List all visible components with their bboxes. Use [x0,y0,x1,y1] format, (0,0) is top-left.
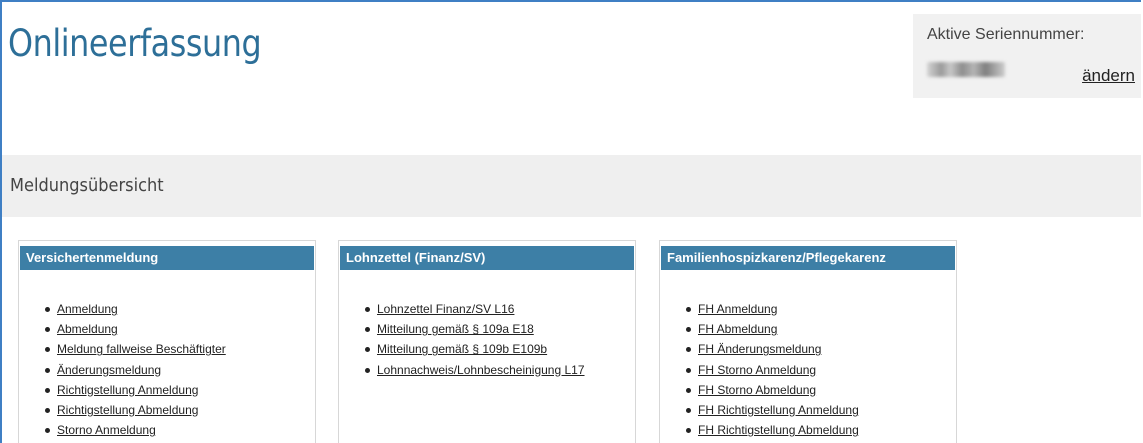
list-item: Anmeldung [43,299,226,319]
serial-number-label: Aktive Seriennummer: [927,26,1085,43]
list-item: Änderungsmeldung [43,360,226,380]
list-item: FH Storno Abmeldung [684,380,859,400]
card-header: Familienhospizkarenz/Pflegekarenz [661,246,955,270]
link-storno-anmeldung[interactable]: Storno Anmeldung [57,423,156,437]
link-lohnzettel-l16[interactable]: Lohnzettel Finanz/SV L16 [377,302,514,316]
link-richtigstellung-anmeldung[interactable]: Richtigstellung Anmeldung [57,383,198,397]
list-item: Lohnnachweis/Lohnbescheinigung L17 [363,360,613,380]
link-richtigstellung-abmeldung[interactable]: Richtigstellung Abmeldung [57,403,198,417]
serial-number-value-redacted [927,62,1005,77]
change-serial-link[interactable]: ändern [1082,66,1135,86]
list-item: Meldung fallweise Beschäftigter [43,339,226,359]
card-header: Versichertenmeldung [20,246,314,270]
list-item: FH Storno Anmeldung [684,360,859,380]
list-item: Lohnzettel Finanz/SV L16 [363,299,613,319]
list-item: FH Änderungsmeldung [684,339,859,359]
list-item: FH Anmeldung [684,299,859,319]
list-item: FH Richtigstellung Anmeldung [684,400,859,420]
card-header: Lohnzettel (Finanz/SV) [340,246,634,270]
link-list: Lohnzettel Finanz/SV L16 Mitteilung gemä… [363,299,613,380]
overview-header-bar: Meldungsübersicht [2,155,1141,217]
link-list: FH Anmeldung FH Abmeldung FH Änderungsme… [684,299,859,440]
link-fh-anmeldung[interactable]: FH Anmeldung [698,302,777,316]
list-item: FH Abmeldung [684,319,859,339]
link-mitteilung-109a[interactable]: Mitteilung gemäß § 109a E18 [377,322,534,336]
card-versichertenmeldung: Versichertenmeldung Anmeldung Abmeldung … [18,240,316,443]
list-item: FH Richtigstellung Abmeldung [684,420,859,440]
list-item: Storno Anmeldung [43,420,226,440]
link-lohnnachweis-l17[interactable]: Lohnnachweis/Lohnbescheinigung L17 [377,363,585,377]
page-title: Onlineerfassung [8,22,262,65]
link-fh-storno-abmeldung[interactable]: FH Storno Abmeldung [698,383,816,397]
link-fh-richtigstellung-abmeldung[interactable]: FH Richtigstellung Abmeldung [698,423,859,437]
link-aenderungsmeldung[interactable]: Änderungsmeldung [57,363,161,377]
link-fh-storno-anmeldung[interactable]: FH Storno Anmeldung [698,363,816,377]
list-item: Mitteilung gemäß § 109a E18 [363,319,613,339]
link-fh-aenderungsmeldung[interactable]: FH Änderungsmeldung [698,342,821,356]
card-lohnzettel: Lohnzettel (Finanz/SV) Lohnzettel Finanz… [338,240,636,443]
list-item: Mitteilung gemäß § 109b E109b [363,339,613,359]
link-fh-abmeldung[interactable]: FH Abmeldung [698,322,777,336]
serial-number-panel: Aktive Seriennummer: ändern [913,14,1141,98]
link-meldung-fallweise[interactable]: Meldung fallweise Beschäftigter [57,342,226,356]
link-mitteilung-109b[interactable]: Mitteilung gemäß § 109b E109b [377,342,547,356]
list-item: Abmeldung [43,319,226,339]
card-familienhospizkarenz: Familienhospizkarenz/Pflegekarenz FH Anm… [659,240,957,443]
overview-title: Meldungsübersicht [10,175,164,196]
list-item: Richtigstellung Anmeldung [43,380,226,400]
link-abmeldung[interactable]: Abmeldung [57,322,118,336]
link-fh-richtigstellung-anmeldung[interactable]: FH Richtigstellung Anmeldung [698,403,859,417]
list-item: Richtigstellung Abmeldung [43,400,226,420]
link-list: Anmeldung Abmeldung Meldung fallweise Be… [43,299,226,440]
link-anmeldung[interactable]: Anmeldung [57,302,118,316]
